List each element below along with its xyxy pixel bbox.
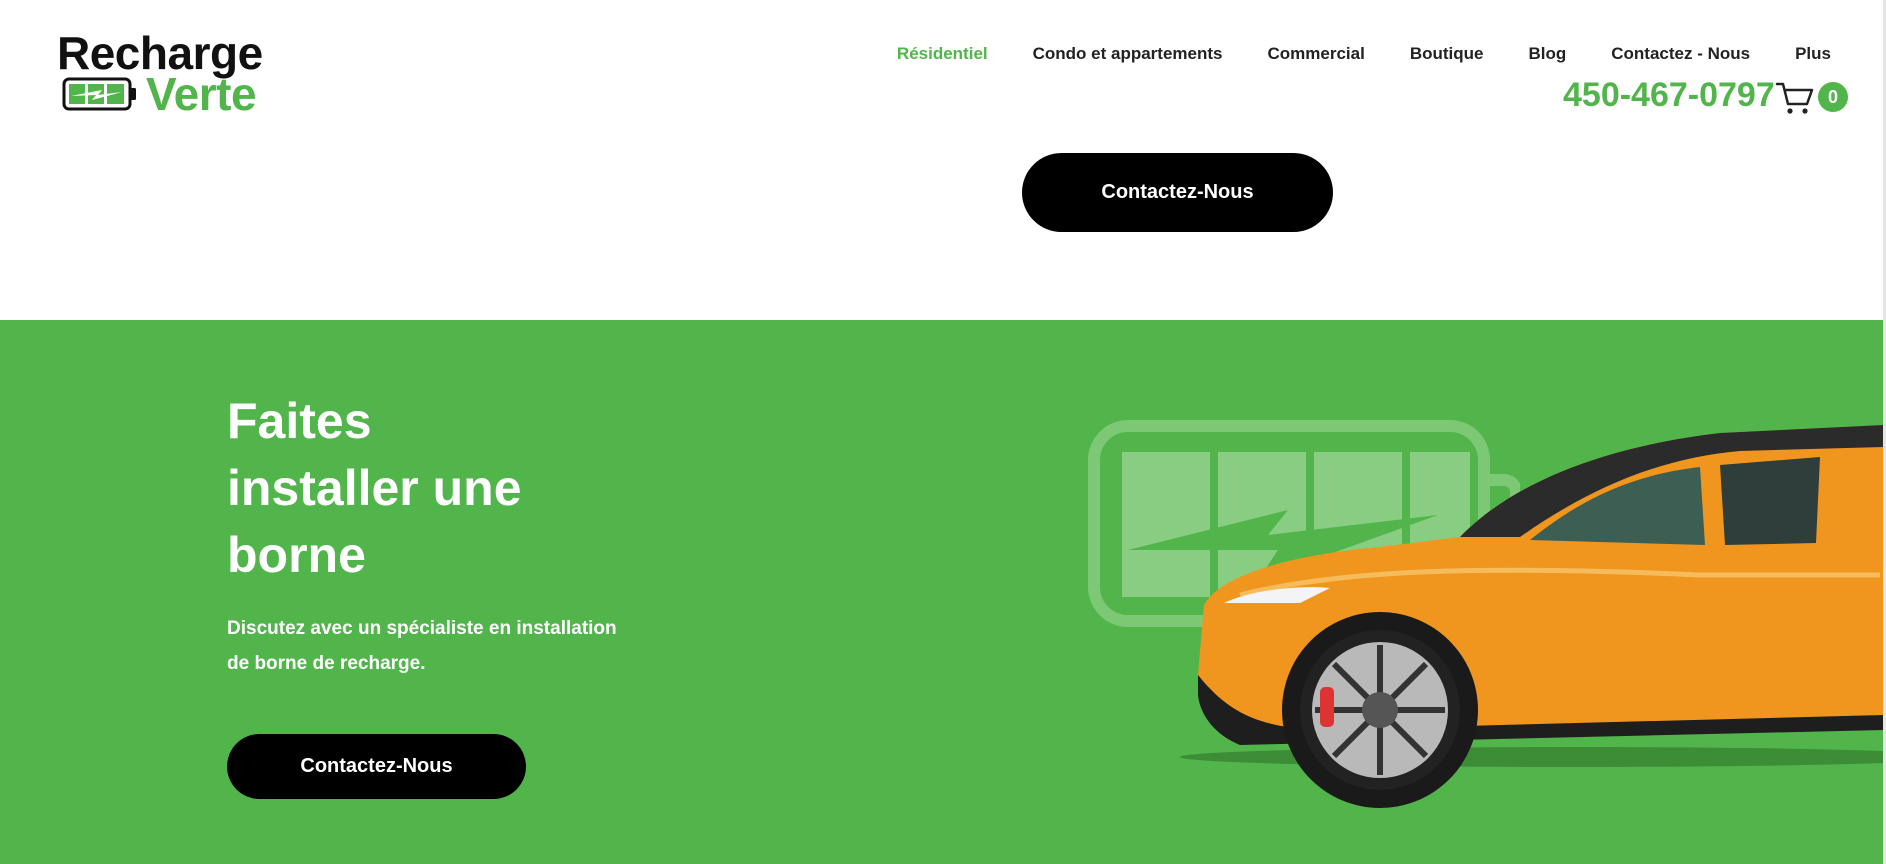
hero-title-line: borne — [227, 527, 366, 583]
main-nav: Résidentiel Condo et appartements Commer… — [897, 44, 1831, 64]
hero-title-line: installer une — [227, 460, 522, 516]
hero-subtitle: Discutez avec un spécialiste en installa… — [227, 618, 617, 674]
contact-button-hero[interactable]: Contactez-Nous — [227, 734, 526, 799]
hero-title-line: Faites — [227, 393, 372, 449]
brand-name-line2: Verte — [146, 68, 257, 120]
cart-count-badge: 0 — [1818, 82, 1848, 112]
nav-item-commercial[interactable]: Commercial — [1267, 44, 1364, 64]
contact-button-top[interactable]: Contactez-Nous — [1022, 153, 1333, 232]
nav-item-contact[interactable]: Contactez - Nous — [1611, 44, 1750, 64]
brand-logo[interactable]: Recharge Verte — [57, 30, 267, 120]
battery-logo-icon — [62, 77, 136, 111]
hero-section: Faites installer une borne Discutez avec… — [0, 320, 1883, 864]
nav-item-blog[interactable]: Blog — [1528, 44, 1566, 64]
hero-title: Faites installer une borne — [227, 388, 677, 589]
nav-item-residentiel[interactable]: Résidentiel — [897, 44, 988, 64]
cart-icon[interactable] — [1775, 80, 1815, 116]
nav-item-boutique[interactable]: Boutique — [1410, 44, 1484, 64]
nav-item-more[interactable]: Plus — [1795, 44, 1831, 64]
nav-item-condo[interactable]: Condo et appartements — [1033, 44, 1223, 64]
orange-electric-suv-image — [1180, 425, 1883, 808]
phone-number[interactable]: 450-467-0797 — [1563, 76, 1775, 115]
